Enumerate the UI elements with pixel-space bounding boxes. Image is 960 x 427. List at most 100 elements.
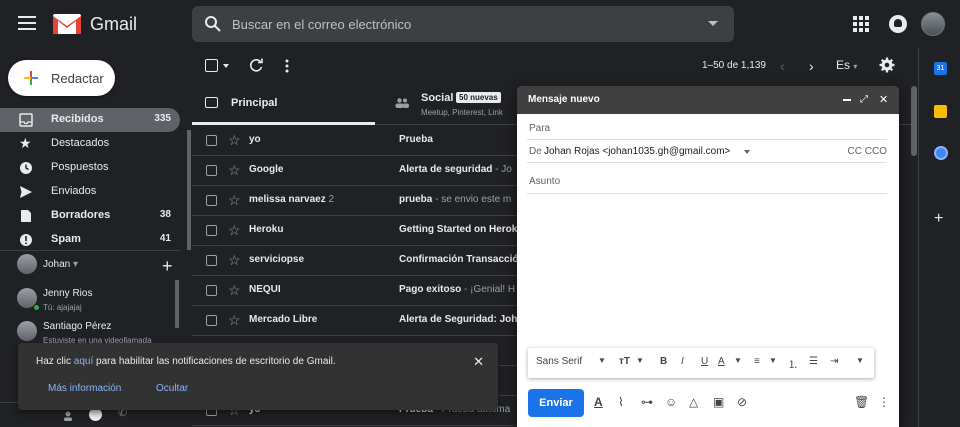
compose-button[interactable]: Redactar xyxy=(8,60,115,96)
email-row[interactable]: ☆ Google Alerta de seguridad - Jo xyxy=(192,156,522,186)
row-checkbox[interactable] xyxy=(206,225,217,236)
add-addon-icon[interactable]: + xyxy=(934,210,943,228)
send-button[interactable]: Enviar xyxy=(528,389,584,417)
gmail-logo[interactable] xyxy=(52,12,82,36)
tasks-icon[interactable] xyxy=(934,146,948,160)
chevron-down-icon[interactable] xyxy=(744,150,750,154)
text-color-icon[interactable]: A xyxy=(718,356,725,367)
star-icon[interactable]: ☆ xyxy=(228,132,241,149)
chevron-left-icon[interactable]: ‹ xyxy=(780,58,785,74)
main-menu-icon[interactable] xyxy=(18,16,36,32)
contacts-scrollbar[interactable] xyxy=(175,280,179,328)
row-checkbox[interactable] xyxy=(206,135,217,146)
email-row[interactable]: ☆ Heroku Getting Started on Herok xyxy=(192,216,522,246)
star-icon[interactable]: ☆ xyxy=(228,282,241,299)
close-icon[interactable]: ✕ xyxy=(879,93,888,106)
align-icon[interactable]: ≡ xyxy=(754,356,760,367)
search-bar[interactable]: Buscar en el correo electrónico xyxy=(192,6,734,42)
italic-icon[interactable]: I xyxy=(681,356,684,367)
search-options-icon[interactable] xyxy=(708,21,718,26)
calendar-icon[interactable]: 31 xyxy=(934,62,947,75)
font-size-icon[interactable]: ᴛT xyxy=(619,356,630,367)
cc-bcc-link[interactable]: CC CCO xyxy=(848,146,887,157)
close-icon[interactable]: ✕ xyxy=(473,354,484,370)
bold-icon[interactable]: B xyxy=(660,356,667,367)
refresh-icon[interactable] xyxy=(249,58,264,73)
nav-item-sent[interactable]: Enviados xyxy=(0,180,180,204)
chevron-down-icon[interactable]: ▼ xyxy=(769,356,777,365)
chevron-down-icon[interactable]: ▼ xyxy=(598,356,606,365)
drive-icon[interactable]: △ xyxy=(689,395,703,409)
email-row[interactable]: ☆ NEQUI Pago exitoso - ¡Genial! H xyxy=(192,276,522,306)
trash-icon[interactable]: 🗑 xyxy=(854,395,869,409)
star-icon[interactable]: ☆ xyxy=(228,192,241,209)
numbered-list-icon[interactable]: ⒈ xyxy=(788,356,798,371)
star-icon[interactable]: ☆ xyxy=(228,162,241,179)
underline-icon[interactable]: U xyxy=(701,356,708,367)
minimize-icon[interactable] xyxy=(843,99,851,101)
bulleted-list-icon[interactable]: ☰ xyxy=(809,356,818,367)
font-family-select[interactable]: Sans Serif xyxy=(536,356,582,367)
more-info-button[interactable]: Más información xyxy=(48,383,121,394)
select-options-icon[interactable] xyxy=(223,64,229,68)
photo-icon[interactable]: ▣ xyxy=(713,395,727,409)
row-checkbox[interactable] xyxy=(206,165,217,176)
search-icon[interactable] xyxy=(204,15,222,33)
more-vert-icon[interactable] xyxy=(284,58,290,74)
attach-icon[interactable]: ⌇ xyxy=(618,395,632,409)
select-all-checkbox[interactable] xyxy=(205,59,218,72)
notifications-icon[interactable] xyxy=(889,15,907,33)
more-formatting-icon[interactable]: ▼ xyxy=(856,356,864,365)
person-icon[interactable] xyxy=(63,409,73,421)
add-contact-icon[interactable]: + xyxy=(162,256,173,277)
star-icon[interactable]: ☆ xyxy=(228,222,241,239)
email-row[interactable]: ☆ melissa narvaez 2 prueba - se envio este… xyxy=(192,186,522,216)
nav-scrollbar[interactable] xyxy=(187,130,191,250)
chevron-right-icon[interactable]: › xyxy=(809,58,814,74)
nav-item-starred[interactable]: ★ Destacados xyxy=(0,132,180,156)
tab-primary[interactable]: Principal xyxy=(192,84,375,125)
hide-button[interactable]: Ocultar xyxy=(156,383,188,394)
email-row[interactable]: ☆ serviciopse Confirmación Transacció xyxy=(192,246,522,276)
hangouts-avatar[interactable] xyxy=(17,254,37,274)
from-field[interactable]: De Johan Rojas <johan1035.gh@gmail.com> … xyxy=(527,139,887,163)
nav-item-inbox[interactable]: Recibidos 335 xyxy=(0,108,180,132)
compose-header[interactable]: Mensaje nuevo ⤢ ✕ xyxy=(517,86,899,114)
row-checkbox[interactable] xyxy=(206,195,217,206)
expand-icon[interactable]: ⤢ xyxy=(860,94,868,105)
subject-field[interactable]: Asunto xyxy=(527,170,887,194)
apps-grid-icon[interactable] xyxy=(853,16,869,32)
row-checkbox[interactable] xyxy=(206,285,217,296)
email-row[interactable]: ☆ Mercado Libre Alerta de Seguridad: Joh xyxy=(192,306,522,336)
emoji-icon[interactable]: ☺ xyxy=(665,395,679,409)
chevron-down-icon[interactable]: ▼ xyxy=(636,356,644,365)
keep-icon[interactable] xyxy=(934,105,947,118)
star-icon[interactable]: ☆ xyxy=(228,252,241,269)
main-scrollbar[interactable] xyxy=(911,86,917,156)
input-language-button[interactable]: Es ▾ xyxy=(836,58,857,72)
row-checkbox[interactable] xyxy=(206,315,217,326)
indent-icon[interactable]: ⇥ xyxy=(830,356,838,367)
chevron-down-icon[interactable]: ▼ xyxy=(734,356,742,365)
nav-item-snoozed[interactable]: Pospuestos xyxy=(0,156,180,180)
account-avatar[interactable] xyxy=(921,12,945,36)
nav-item-drafts[interactable]: Borradores 38 xyxy=(0,204,180,228)
star-icon[interactable]: ☆ xyxy=(228,312,241,329)
tab-social[interactable]: Social 50 nuevas Meetup, Pinterest, Link xyxy=(375,84,525,125)
formatting-options-icon[interactable]: A xyxy=(594,395,608,409)
contact-avatar[interactable] xyxy=(17,321,37,341)
from-value[interactable]: Johan Rojas <johan1035.gh@gmail.com> xyxy=(544,146,730,157)
contact-name[interactable]: Santiago Pérez xyxy=(43,321,111,332)
search-input[interactable]: Buscar en el correo electrónico xyxy=(232,17,411,32)
email-row[interactable]: ☆ yo Prueba xyxy=(192,126,522,156)
hangouts-user[interactable]: Johan ▾ xyxy=(43,259,78,270)
contact-name[interactable]: Jenny Rios xyxy=(43,288,92,299)
message-body[interactable] xyxy=(527,196,887,344)
enable-notifications-link[interactable]: aquí xyxy=(74,356,93,367)
link-icon[interactable]: ⊶ xyxy=(641,395,655,409)
gear-icon[interactable] xyxy=(879,57,895,73)
confidential-mode-icon[interactable]: ⊘ xyxy=(737,395,751,409)
nav-item-spam[interactable]: Spam 41 xyxy=(0,228,180,252)
more-options-icon[interactable]: ⋮ xyxy=(878,395,892,409)
row-checkbox[interactable] xyxy=(206,255,217,266)
